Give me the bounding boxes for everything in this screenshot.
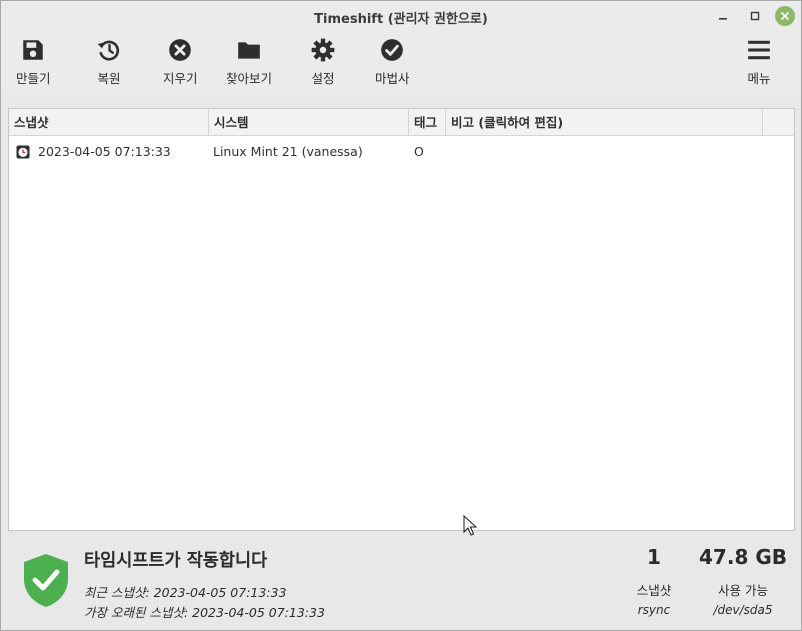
browse-button[interactable]: 찾아보기 [226, 37, 272, 87]
latest-snapshot-line: 최근 스냅샷: 2023-04-05 07:13:33 [84, 582, 286, 601]
create-button[interactable]: 만들기 [16, 37, 51, 87]
browse-button-label: 찾아보기 [226, 71, 273, 86]
restore-button[interactable]: 복원 [96, 37, 122, 87]
close-button[interactable] [775, 6, 795, 26]
oldest-snapshot-value: 2023-04-05 07:13:33 [192, 605, 325, 620]
table-row[interactable]: 2023-04-05 07:13:33 Linux Mint 21 (vanes… [9, 137, 794, 167]
timeshift-window: Timeshift (관리자 권한으로) 만들기 복원 지우기 찾아보기 설정 … [0, 0, 802, 631]
check-circle-icon [381, 39, 404, 61]
available-space-label: 사용 가능 [718, 583, 768, 598]
window-title: Timeshift (관리자 권한으로) [314, 12, 488, 27]
toolbar: 만들기 복원 지우기 찾아보기 설정 마법사 메뉴 [1, 33, 801, 95]
delete-button[interactable]: 지우기 [163, 37, 198, 87]
available-space: 47.8 GB [699, 545, 787, 569]
column-header-system[interactable]: 시스템 [209, 109, 409, 135]
minimize-button[interactable] [713, 6, 733, 26]
mouse-pointer-icon [463, 515, 477, 536]
close-icon [781, 12, 789, 20]
minimize-icon [719, 18, 727, 20]
history-icon [97, 40, 120, 61]
maximize-button[interactable] [745, 6, 765, 26]
save-icon [23, 40, 43, 60]
delete-circle-icon [169, 39, 192, 61]
restore-button-label: 복원 [97, 71, 121, 86]
device-name: /dev/sda5 [713, 603, 773, 617]
menu-button-label: 메뉴 [747, 71, 771, 86]
snapshot-type: rsync [637, 603, 671, 617]
wizard-button-label: 마법사 [375, 71, 410, 86]
gear-icon [311, 38, 335, 62]
delete-button-label: 지우기 [163, 71, 198, 86]
create-button-label: 만들기 [16, 71, 51, 86]
snapshot-count: 1 [647, 545, 661, 569]
hamburger-menu-icon [748, 40, 770, 60]
status-panel: 타임시프트가 작동합니다 최근 스냅샷: 2023-04-05 07:13:33… [1, 532, 801, 630]
column-header-comments[interactable]: 비고 (클릭하여 편집) [446, 109, 763, 135]
snapshot-list-header: 스냅샷 시스템 태그 비고 (클릭하여 편집) [9, 109, 794, 136]
oldest-snapshot-label: 가장 오래된 스냅샷: [84, 605, 189, 620]
shield-check-icon [24, 554, 68, 607]
title-bar[interactable]: Timeshift (관리자 권한으로) [1, 1, 801, 33]
maximize-icon [750, 11, 760, 21]
oldest-snapshot-line: 가장 오래된 스냅샷: 2023-04-05 07:13:33 [84, 602, 325, 621]
snapshot-date-cell: 2023-04-05 07:13:33 [38, 144, 171, 159]
snapshot-count-label: 스냅샷 [636, 583, 672, 598]
settings-button-label: 설정 [311, 71, 335, 86]
menu-button[interactable]: 메뉴 [746, 37, 772, 87]
settings-button[interactable]: 설정 [310, 37, 336, 87]
latest-snapshot-label: 최근 스냅샷: [84, 585, 150, 600]
latest-snapshot-value: 2023-04-05 07:13:33 [153, 585, 287, 600]
folder-icon [238, 42, 260, 59]
column-header-tags[interactable]: 태그 [409, 109, 446, 135]
wizard-button[interactable]: 마법사 [375, 37, 410, 87]
tags-cell: O [414, 144, 424, 159]
snapshot-list[interactable]: 스냅샷 시스템 태그 비고 (클릭하여 편집) 2023-04-05 07:13… [8, 108, 795, 531]
system-cell: Linux Mint 21 (vanessa) [213, 144, 363, 159]
snapshot-clock-icon [16, 145, 30, 159]
status-title: 타임시프트가 작동합니다 [84, 551, 268, 571]
column-header-snapshot[interactable]: 스냅샷 [9, 109, 209, 135]
